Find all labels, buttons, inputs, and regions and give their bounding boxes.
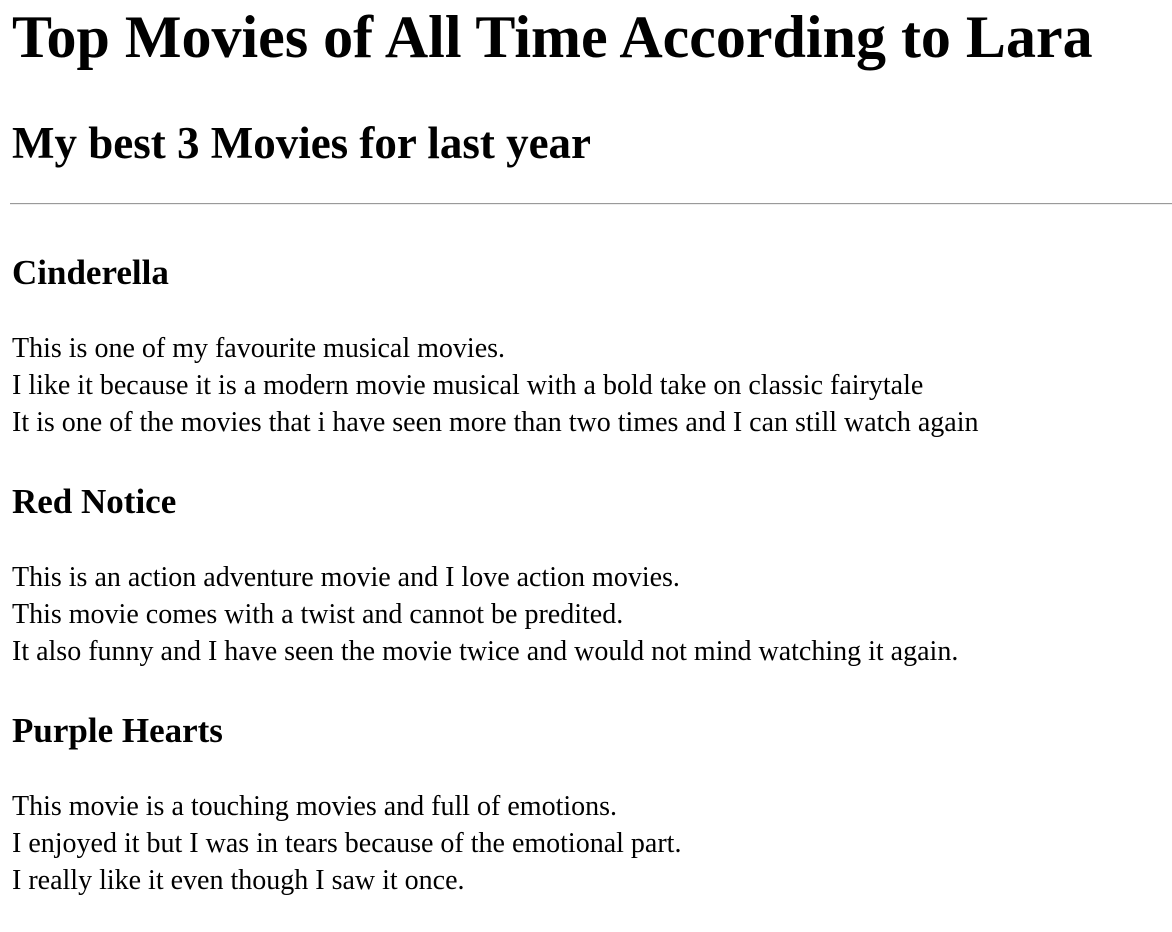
movie-title: Cinderella xyxy=(12,253,169,292)
description-line: It is one of the movies that i have seen… xyxy=(12,407,979,438)
movie-section-cinderella: Cinderella This is one of my favourite m… xyxy=(12,253,979,441)
description-line: It also funny and I have seen the movie … xyxy=(12,636,959,667)
movie-description: This is an action adventure movie and I … xyxy=(12,559,958,670)
page-title: Top Movies of All Time According to Lara xyxy=(12,4,1093,70)
movie-section-red-notice: Red Notice This is an action adventure m… xyxy=(12,482,958,670)
horizontal-divider xyxy=(10,203,1172,205)
description-line: I enjoyed it but I was in tears because … xyxy=(12,828,682,859)
description-line: This movie comes with a twist and cannot… xyxy=(12,599,624,630)
movie-title: Purple Hearts xyxy=(12,711,223,750)
description-line: This is an action adventure movie and I … xyxy=(12,562,680,593)
description-line: This movie is a touching movies and full… xyxy=(12,791,618,822)
description-line: I really like it even though I saw it on… xyxy=(12,865,465,896)
description-line: I like it because it is a modern movie m… xyxy=(12,370,924,401)
movie-description: This movie is a touching movies and full… xyxy=(12,788,681,899)
page-subtitle: My best 3 Movies for last year xyxy=(12,118,592,168)
movie-section-purple-hearts: Purple Hearts This movie is a touching m… xyxy=(12,711,681,899)
description-line: This is one of my favourite musical movi… xyxy=(12,333,506,364)
movie-title: Red Notice xyxy=(12,482,177,521)
movie-description: This is one of my favourite musical movi… xyxy=(12,330,979,441)
